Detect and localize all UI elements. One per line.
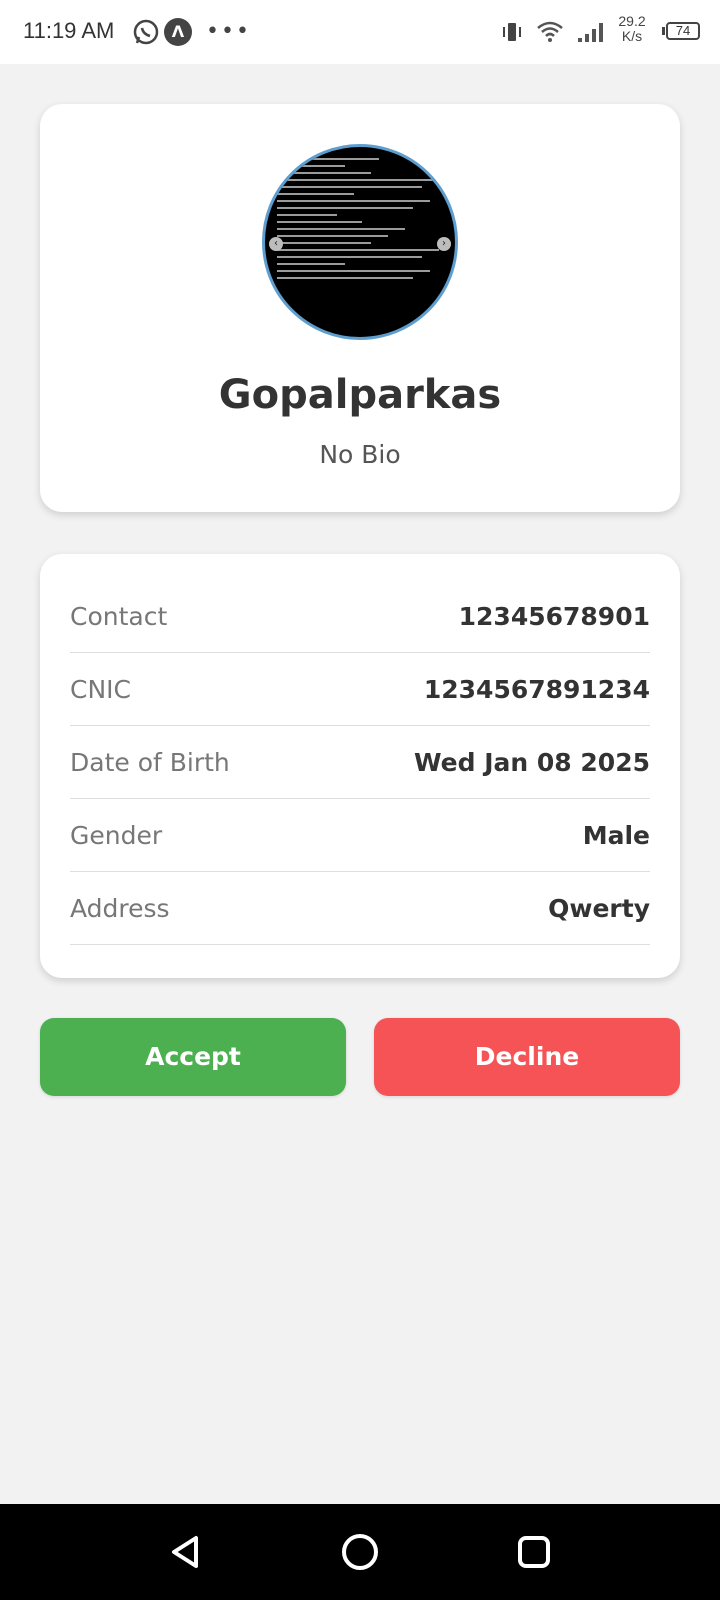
recents-icon[interactable]: [514, 1532, 554, 1572]
profile-bio: No Bio: [319, 440, 401, 469]
detail-value: 12345678901: [458, 602, 650, 631]
accept-button[interactable]: Accept: [40, 1018, 346, 1096]
detail-row-dob: Date of Birth Wed Jan 08 2025: [70, 726, 650, 799]
detail-label: CNIC: [70, 675, 131, 704]
detail-label: Date of Birth: [70, 748, 230, 777]
detail-label: Gender: [70, 821, 163, 850]
detail-value: Male: [582, 821, 650, 850]
detail-label: Address: [70, 894, 170, 923]
profile-card: ‹ › Gopalparkas No Bio: [40, 104, 680, 512]
vibrate-icon: [500, 20, 524, 44]
chevron-left-icon: ‹: [269, 237, 283, 251]
whatsapp-icon: [132, 18, 160, 46]
profile-name: Gopalparkas: [218, 372, 502, 418]
status-bar: 11:19 AM Λ ••• 29.2 K/s 74: [0, 0, 720, 64]
detail-value: Wed Jan 08 2025: [414, 748, 650, 777]
detail-label: Contact: [70, 602, 168, 631]
more-notifications-icon: •••: [206, 19, 251, 44]
avatar[interactable]: ‹ ›: [262, 144, 458, 340]
signal-icon: [576, 20, 604, 44]
navigation-bar: [0, 1504, 720, 1600]
decline-button[interactable]: Decline: [374, 1018, 680, 1096]
detail-row-address: Address Qwerty: [70, 872, 650, 945]
detail-value: 1234567891234: [423, 675, 650, 704]
chevron-right-icon: ›: [437, 237, 451, 251]
detail-row-contact: Contact 12345678901: [70, 580, 650, 653]
home-icon[interactable]: [340, 1532, 380, 1572]
back-icon[interactable]: [166, 1532, 206, 1572]
battery-icon: 74: [660, 22, 700, 42]
detail-value: Qwerty: [548, 894, 650, 923]
details-card: Contact 12345678901 CNIC 1234567891234 D…: [40, 554, 680, 978]
avatar-image: [277, 153, 447, 284]
network-speed: 29.2 K/s: [612, 14, 652, 44]
wifi-icon: [536, 20, 564, 44]
detail-row-gender: Gender Male: [70, 799, 650, 872]
network-speed-unit: K/s: [621, 28, 643, 44]
detail-row-cnic: CNIC 1234567891234: [70, 653, 650, 726]
status-time: 11:19 AM: [23, 18, 115, 43]
app-notification-icon: Λ: [164, 18, 192, 46]
battery-level: 74: [666, 22, 700, 40]
network-speed-value: 29.2: [618, 13, 646, 29]
